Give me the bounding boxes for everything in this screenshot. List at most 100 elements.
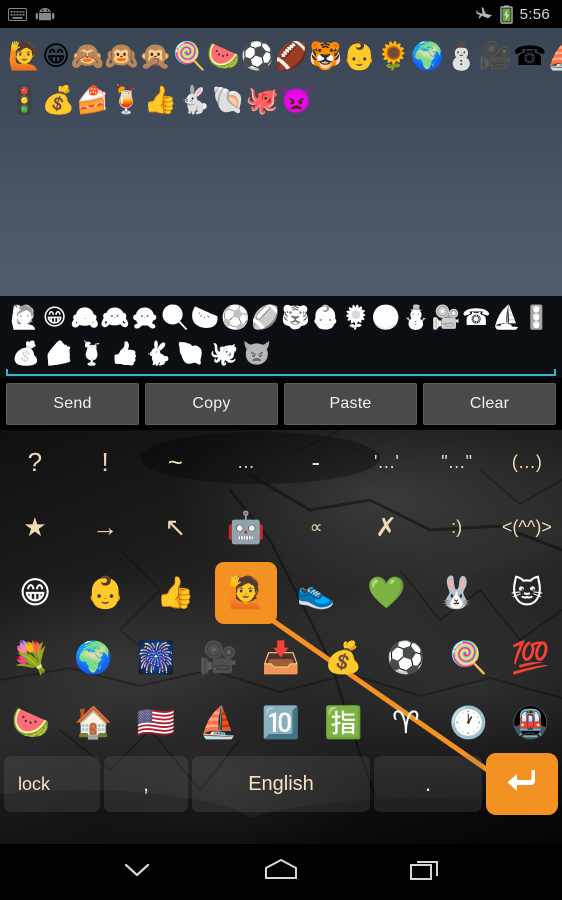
key-emoji-house[interactable]: 🏠	[62, 690, 124, 755]
emoji-money-bag: 💰	[41, 84, 76, 116]
key-emoji-keycap-ten[interactable]: 🔟	[250, 690, 312, 755]
emoji-snowman: ⛄	[401, 304, 431, 331]
key-smiley-kaomoji[interactable]: :)	[422, 495, 492, 560]
key-emoji-bouquet[interactable]: 💐	[0, 625, 62, 690]
emoji-rabbit: 🐇	[177, 84, 212, 116]
emoji-baby: 👶	[311, 304, 340, 331]
home-button[interactable]	[253, 852, 309, 892]
key-emoji-us-flag[interactable]: 🇺🇸	[125, 690, 187, 755]
key-emoji-hundred-points[interactable]: 💯	[500, 625, 562, 690]
emoji-imp: 👿	[279, 84, 314, 116]
key-emoji-inbox-tray[interactable]: 📥	[250, 625, 312, 690]
key-emoji-cat-face[interactable]: 🐱	[492, 560, 562, 625]
emoji-telephone: ☎	[461, 304, 491, 331]
symbol-row-1: ?! ~ … - '…' "…" (…)	[0, 430, 562, 495]
key-emoji-baby-label: 👶	[86, 575, 125, 611]
emoji-baby: 👶	[342, 40, 377, 72]
emoji-octopus: 🐙	[245, 84, 280, 116]
key-emoji-grinning-face[interactable]: 😁	[0, 560, 70, 625]
key-emoji-baby[interactable]: 👶	[70, 560, 140, 625]
keyboard-icon	[8, 7, 27, 21]
key-single-quotes[interactable]: '…'	[351, 430, 421, 495]
keyboard-bottom-row: lock , English .	[0, 753, 562, 817]
key-question-mark[interactable]: ?	[0, 430, 70, 495]
emoji-snowman: ⛄	[444, 40, 479, 72]
emoji-lollipop: 🍭	[172, 40, 207, 72]
key-emoji-metro[interactable]: 🚇	[500, 690, 562, 755]
preview-row: 🙋😁🙈🙉🙊🍭🍉⚽🏈🐯👶🌻🌍⛄🎥☎⛵	[8, 34, 562, 78]
key-proportional-to-label: ∝	[309, 517, 323, 537]
key-emoji-sailboat-label: ⛵	[199, 705, 238, 741]
key-emoji-aries[interactable]: ♈	[375, 690, 437, 755]
emoji-preview-panel[interactable]: 🙋😁🙈🙉🙊🍭🍉⚽🏈🐯👶🌻🌍⛄🎥☎⛵ 🚦💰🍰🍹👍🐇🐚🐙👿	[0, 28, 562, 296]
send-button[interactable]: Send	[6, 383, 139, 425]
action-button-row: Send Copy Paste Clear	[0, 380, 562, 428]
emoji-row-2: 💐 🌍 🎆 🎥 📥 💰 ⚽ 🍭 💯	[0, 625, 562, 690]
emoji-text-input[interactable]: 🙋 😁 🙈 🙉 🙊 🍭 🍉 ⚽ 🏈 🐯 👶 🌻 🌍 ⛄ 🎥 ☎ ⛵ 🚦 💰 🍰 🍹 👍 🐇 🐚 🐙 👿	[0, 296, 562, 378]
paste-button[interactable]: Paste	[284, 383, 417, 425]
key-emoji-athletic-shoe[interactable]: 👟	[281, 560, 351, 625]
key-emoji-earth-globe-label: 🌍	[74, 640, 113, 676]
recents-button[interactable]	[397, 852, 453, 892]
emoji-vertical-traffic-light: 🚦	[522, 304, 551, 331]
key-emoji-grinning-face-label: 😁	[18, 574, 52, 611]
key-parentheses[interactable]: (…)	[492, 430, 562, 495]
emoji-keyboard[interactable]: ?! ~ … - '…' "…" (…) ★ → ↖ 🤖 ∝ ✗:) <(^^)> 😁 👶 👍 🙋 👟 💚 🐰 🐱 💐 🌍 🎆 🎥…	[0, 430, 562, 844]
key-ballot-x-label: ✗	[375, 512, 398, 542]
key-hyphen[interactable]: -	[281, 430, 351, 495]
key-emoji-green-heart[interactable]: 💚	[351, 560, 421, 625]
emoji-watermelon: 🍉	[206, 40, 241, 72]
status-bar-left-icons	[8, 7, 55, 22]
key-emoji-lollipop[interactable]: 🍭	[437, 625, 499, 690]
key-emoji-rabbit-face[interactable]: 🐰	[422, 560, 492, 625]
key-emoji-lollipop-label: 🍭	[448, 640, 488, 676]
key-cat-kaomoji[interactable]: <(^^)>	[492, 495, 562, 560]
clear-button[interactable]: Clear	[423, 383, 556, 425]
hide-keyboard-button[interactable]	[109, 852, 165, 892]
key-emoji-hundred-points-label: 💯	[511, 640, 551, 676]
emoji-speak-no-evil-monkey: 🙊	[130, 304, 160, 331]
key-arrow-upper-left[interactable]: ↖	[141, 495, 211, 560]
key-emoji-money-bag-label: 💰	[324, 640, 363, 676]
emoji-american-football: 🏈	[274, 40, 309, 72]
key-emoji-movie-camera[interactable]: 🎥	[187, 625, 249, 690]
key-proportional-to[interactable]: ∝	[281, 495, 351, 560]
emoji-grinning-face: 😁	[42, 304, 67, 331]
key-hyphen-label: -	[311, 447, 321, 477]
key-single-quotes-label: '…'	[373, 452, 399, 472]
key-emoji-japanese-reserved-button[interactable]: 🈯	[312, 690, 374, 755]
emoji-lollipop: 🍭	[160, 304, 190, 331]
key-emoji-earth-globe[interactable]: 🌍	[62, 625, 124, 690]
emoji-shortcake: 🍰	[44, 340, 74, 367]
key-emoji-watermelon[interactable]: 🍉	[0, 690, 62, 755]
key-emoji-rabbit-face-label: 🐰	[437, 575, 476, 611]
key-emoji-thumbs-up[interactable]: 👍	[141, 560, 211, 625]
key-ballot-x[interactable]: ✗	[351, 495, 421, 560]
key-emoji-firework-sparkler[interactable]: 🎆	[125, 625, 187, 690]
key-lock[interactable]: lock	[4, 756, 100, 812]
key-emoji-soccer-ball[interactable]: ⚽	[375, 625, 437, 690]
key-android-robot[interactable]: 🤖	[211, 495, 281, 560]
key-tilde-label: ~	[167, 447, 184, 477]
key-star[interactable]: ★	[0, 495, 70, 560]
key-ellipsis[interactable]: …	[211, 430, 281, 495]
key-emoji-sailboat[interactable]: ⛵	[187, 690, 249, 755]
copy-button[interactable]: Copy	[145, 383, 278, 425]
key-enter[interactable]	[486, 753, 558, 815]
key-lock-label: lock	[18, 773, 51, 794]
key-period[interactable]: .	[374, 756, 482, 812]
key-cat-kaomoji-label: <(^^)>	[501, 517, 552, 537]
key-emoji-money-bag[interactable]: 💰	[312, 625, 374, 690]
key-double-quotes[interactable]: "…"	[422, 430, 492, 495]
key-tilde[interactable]: ~	[141, 430, 211, 495]
key-space-language[interactable]: English	[192, 756, 370, 812]
key-emoji-clock-face[interactable]: 🕐	[437, 690, 499, 755]
key-arrow-right[interactable]: →	[70, 495, 140, 560]
android-navigation-bar	[0, 844, 562, 900]
key-emoji-happy-person-raising-hand[interactable]: 🙋	[211, 560, 281, 625]
emoji-soccer-ball: ⚽	[240, 40, 275, 72]
emoji-movie-camera: 🎥	[431, 304, 461, 331]
key-comma[interactable]: ,	[104, 756, 188, 812]
key-exclamation-mark[interactable]: !	[70, 430, 140, 495]
emoji-sunflower: 🌻	[376, 40, 411, 72]
